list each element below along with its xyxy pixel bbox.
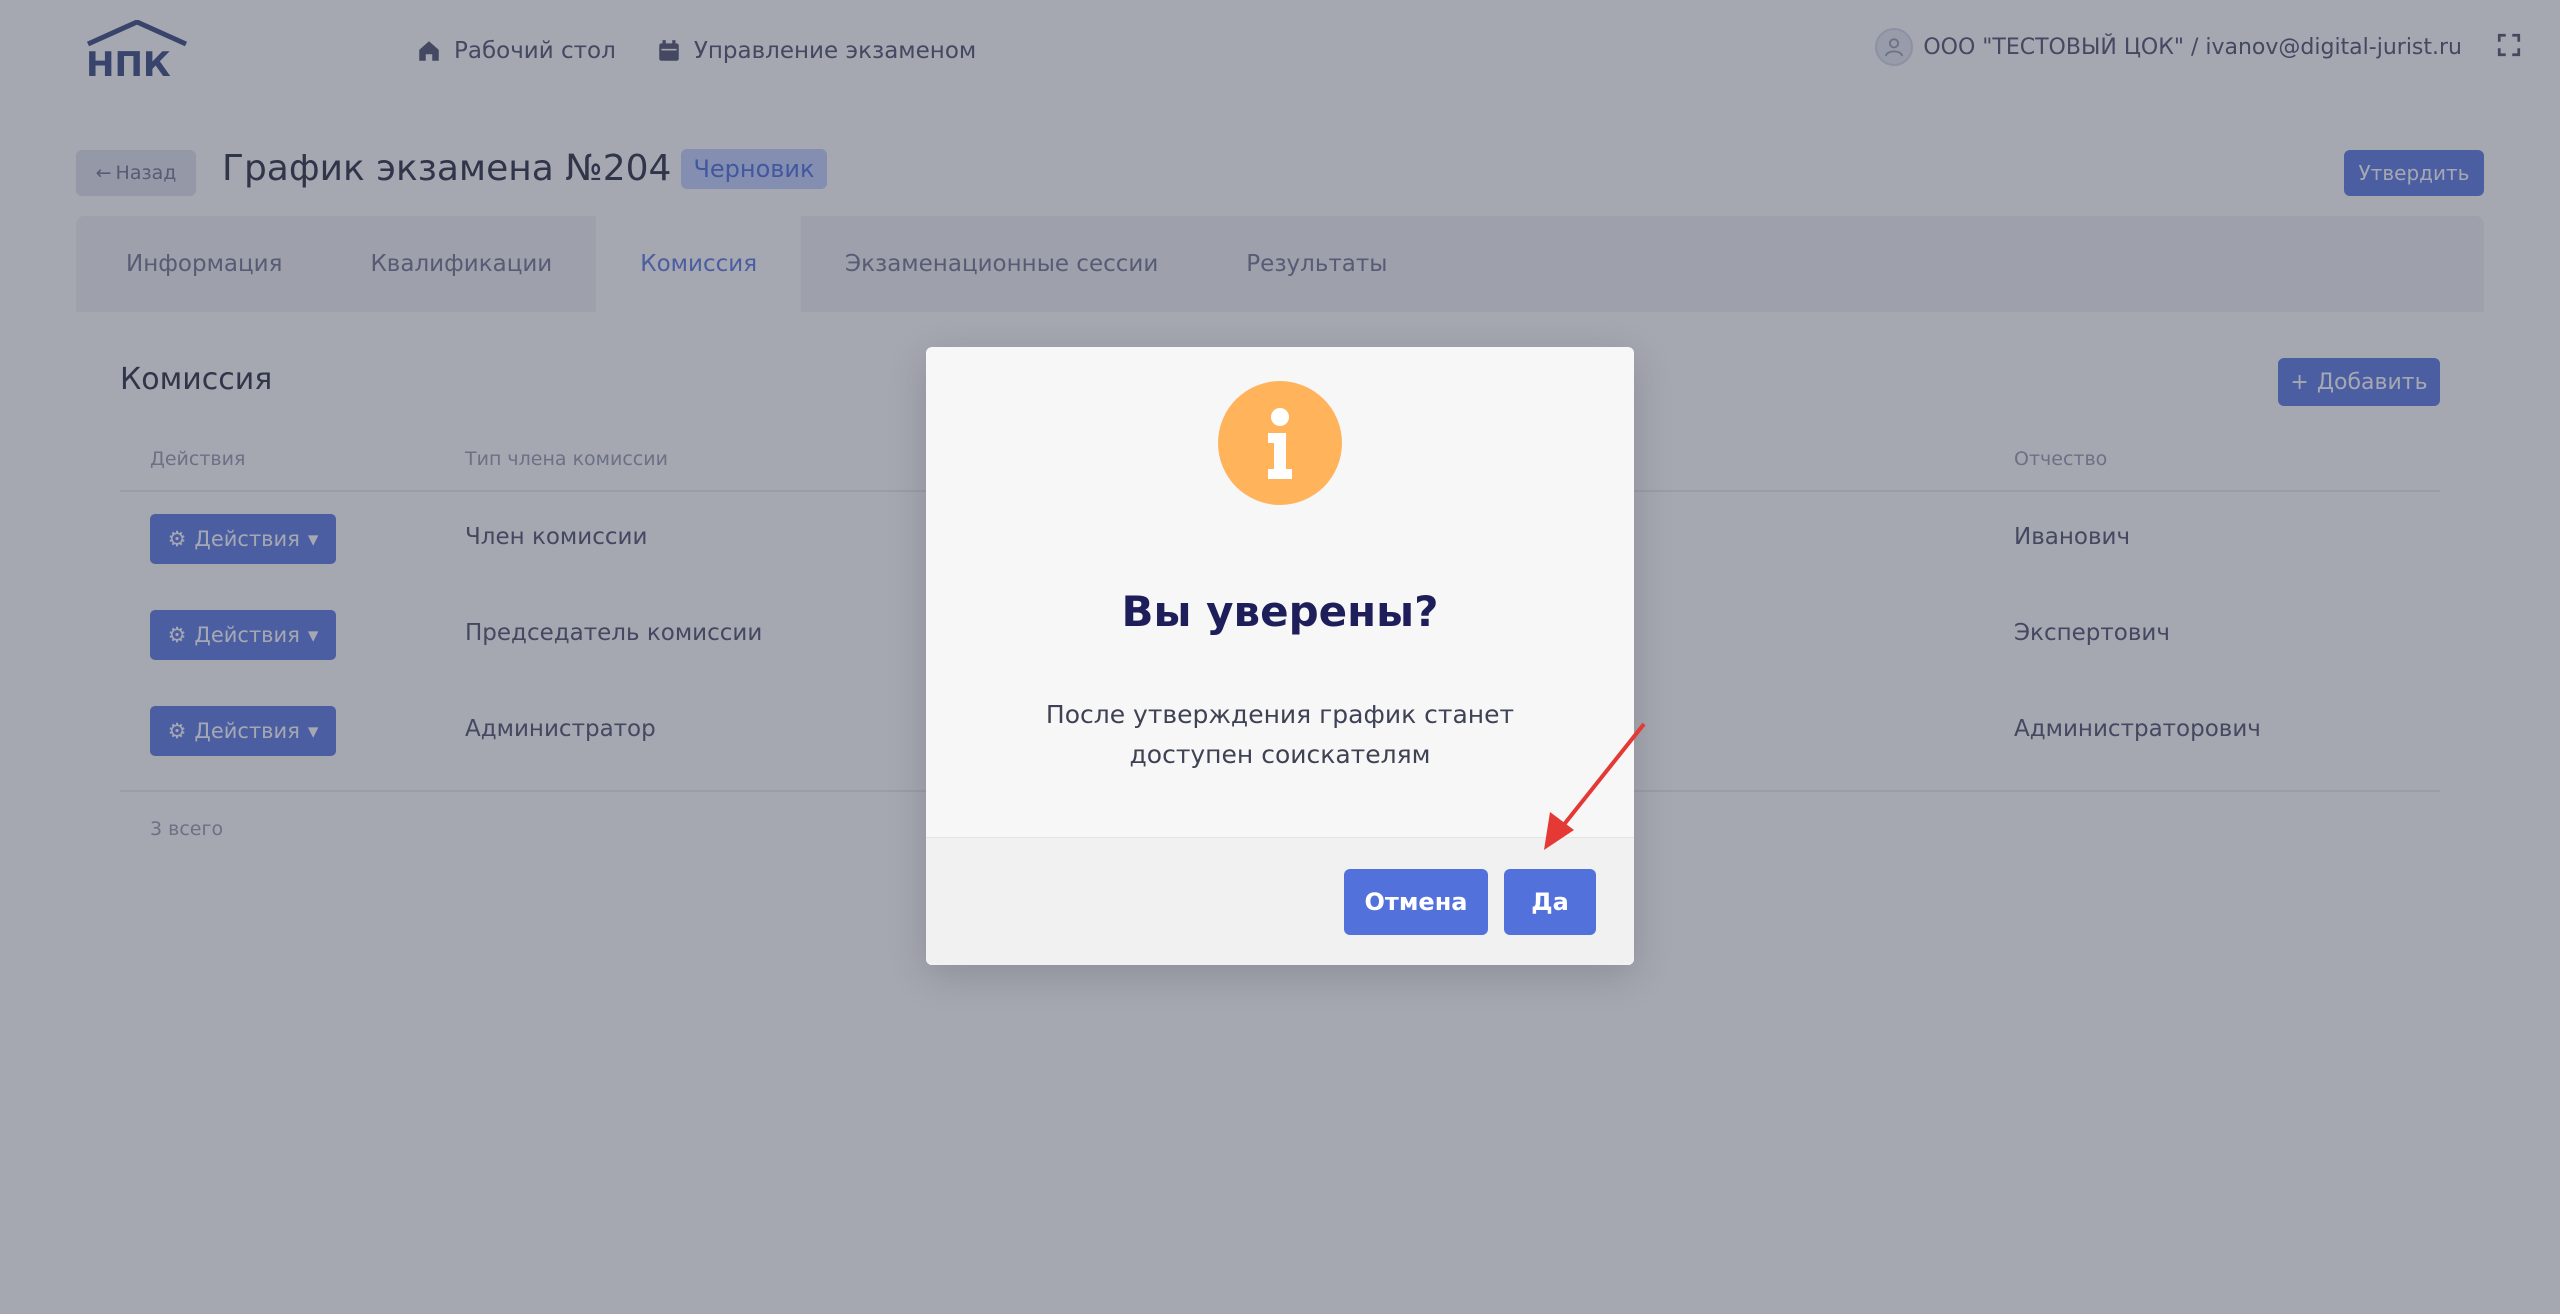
dialog-message: После утверждения график станет доступен… [1045, 700, 1515, 769]
dialog-title: Вы уверены? [1121, 587, 1439, 636]
annotation-arrow-icon [1544, 722, 1646, 850]
confirm-dialog: Вы уверены? После утверждения график ста… [926, 347, 1634, 965]
cancel-button[interactable]: Отмена [1344, 869, 1488, 935]
confirm-button[interactable]: Да [1504, 869, 1596, 935]
dialog-footer: Отмена Да [926, 837, 1634, 965]
info-icon [1218, 381, 1342, 505]
